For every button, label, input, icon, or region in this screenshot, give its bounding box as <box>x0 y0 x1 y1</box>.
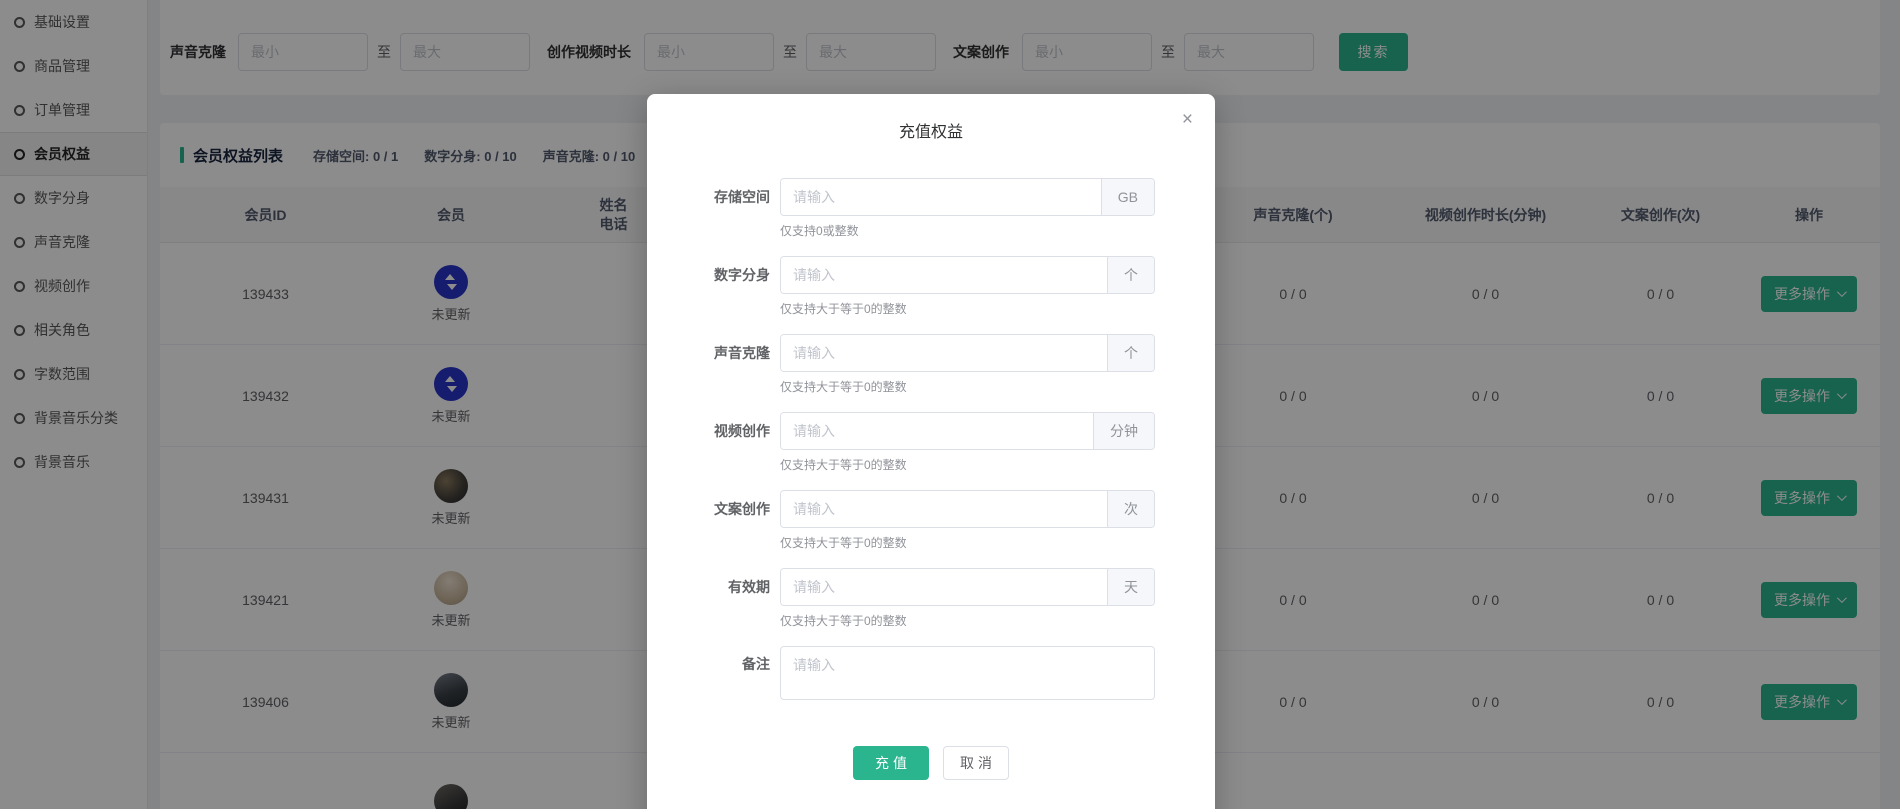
modal-field-video-creation: 视频创作 分钟 仅支持大于等于0的整数 <box>647 412 1215 470</box>
recharge-confirm-button[interactable]: 充值 <box>853 746 929 780</box>
modal-form: 存储空间 GB 仅支持0或整数 数字分身 个 仅支持大于等于0的整数 <box>647 178 1215 780</box>
field-hint: 仅支持大于等于0的整数 <box>780 378 1215 392</box>
unit-label: GB <box>1101 179 1154 215</box>
field-label: 视频创作 <box>647 421 770 441</box>
unit-label: 个 <box>1107 257 1154 293</box>
field-hint: 仅支持0或整数 <box>780 222 1215 236</box>
field-hint: 仅支持大于等于0的整数 <box>780 612 1215 626</box>
page-root: 基础设置 商品管理 订单管理 会员权益 数字分身 声音克隆 视频创作 相关角色 … <box>0 0 1900 809</box>
modal-actions: 充值 取消 <box>647 746 1215 780</box>
copywriting-input-group: 次 <box>780 490 1155 528</box>
unit-label: 分钟 <box>1093 413 1154 449</box>
voice-clone-input-group: 个 <box>780 334 1155 372</box>
field-label: 存储空间 <box>647 187 770 207</box>
modal-field-remarks: 备注 <box>647 646 1215 700</box>
unit-label: 个 <box>1107 335 1154 371</box>
modal-field-copywriting: 文案创作 次 仅支持大于等于0的整数 <box>647 490 1215 548</box>
voice-clone-input[interactable] <box>781 335 1107 371</box>
field-hint: 仅支持大于等于0的整数 <box>780 534 1215 548</box>
storage-input-group: GB <box>780 178 1155 216</box>
modal-field-voice-clone: 声音克隆 个 仅支持大于等于0的整数 <box>647 334 1215 392</box>
field-label: 声音克隆 <box>647 343 770 363</box>
field-label: 文案创作 <box>647 499 770 519</box>
recharge-modal: 充值权益 × 存储空间 GB 仅支持0或整数 数字分身 个 <box>647 94 1215 809</box>
copywriting-input[interactable] <box>781 491 1107 527</box>
field-hint: 仅支持大于等于0的整数 <box>780 300 1215 314</box>
modal-field-digital-avatar: 数字分身 个 仅支持大于等于0的整数 <box>647 256 1215 314</box>
digital-avatar-input-group: 个 <box>780 256 1155 294</box>
video-creation-input-group: 分钟 <box>780 412 1155 450</box>
remarks-textarea[interactable] <box>780 646 1155 700</box>
storage-input[interactable] <box>781 179 1101 215</box>
modal-title: 充值权益 <box>647 118 1215 142</box>
cancel-button[interactable]: 取消 <box>943 746 1009 780</box>
modal-field-validity: 有效期 天 仅支持大于等于0的整数 <box>647 568 1215 626</box>
field-label: 数字分身 <box>647 265 770 285</box>
close-icon[interactable]: × <box>1182 110 1193 129</box>
unit-label: 天 <box>1107 569 1154 605</box>
video-creation-input[interactable] <box>781 413 1093 449</box>
field-label: 备注 <box>647 654 770 674</box>
field-hint: 仅支持大于等于0的整数 <box>780 456 1215 470</box>
validity-input[interactable] <box>781 569 1107 605</box>
modal-field-storage: 存储空间 GB 仅支持0或整数 <box>647 178 1215 236</box>
unit-label: 次 <box>1107 491 1154 527</box>
digital-avatar-input[interactable] <box>781 257 1107 293</box>
validity-input-group: 天 <box>780 568 1155 606</box>
field-label: 有效期 <box>647 577 770 597</box>
